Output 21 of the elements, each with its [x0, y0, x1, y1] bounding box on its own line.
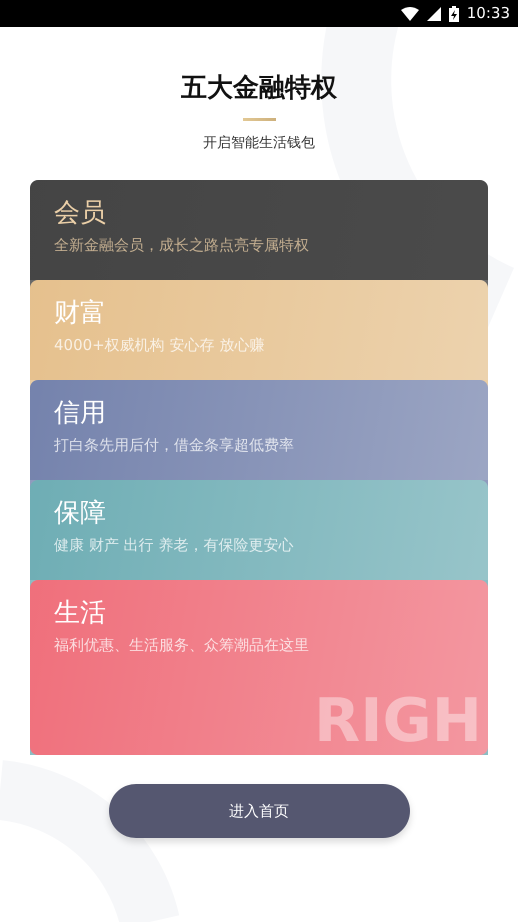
title-underline — [242, 118, 276, 122]
feature-card[interactable]: 信用 打白条先用后付，借金条享超低费率 — [30, 380, 488, 480]
card-description: 福利优惠、生活服务、众筹潮品在这里 — [54, 634, 310, 656]
feature-card[interactable]: 保障 健康 财产 出行 养老，有保险更安心 — [30, 480, 488, 580]
signal-icon — [426, 6, 441, 20]
card-title: 信用 — [54, 397, 107, 430]
card-title: 生活 — [54, 597, 107, 630]
battery-icon — [448, 6, 459, 22]
card-description: 健康 财产 出行 养老，有保险更安心 — [54, 534, 294, 556]
card-description: 打白条先用后付，借金条享超低费率 — [54, 434, 295, 456]
page-title: 五大金融特权 — [180, 73, 338, 104]
card-title: 财富 — [54, 297, 107, 330]
card-title: 保障 — [54, 497, 107, 530]
feature-card[interactable]: 会员 全新金融会员，成长之路点亮专属特权 — [30, 180, 488, 280]
card-title: 会员 — [54, 197, 107, 230]
enter-home-button[interactable]: 进入首页 — [108, 784, 410, 838]
page-subtitle: 开启智能生活钱包 — [202, 134, 316, 154]
status-time: 10:33 — [466, 3, 510, 24]
card-description: 4000+权威机构 安心存 放心赚 — [54, 334, 266, 356]
wifi-icon — [400, 6, 419, 20]
card-description: 全新金融会员，成长之路点亮专属特权 — [54, 234, 310, 256]
